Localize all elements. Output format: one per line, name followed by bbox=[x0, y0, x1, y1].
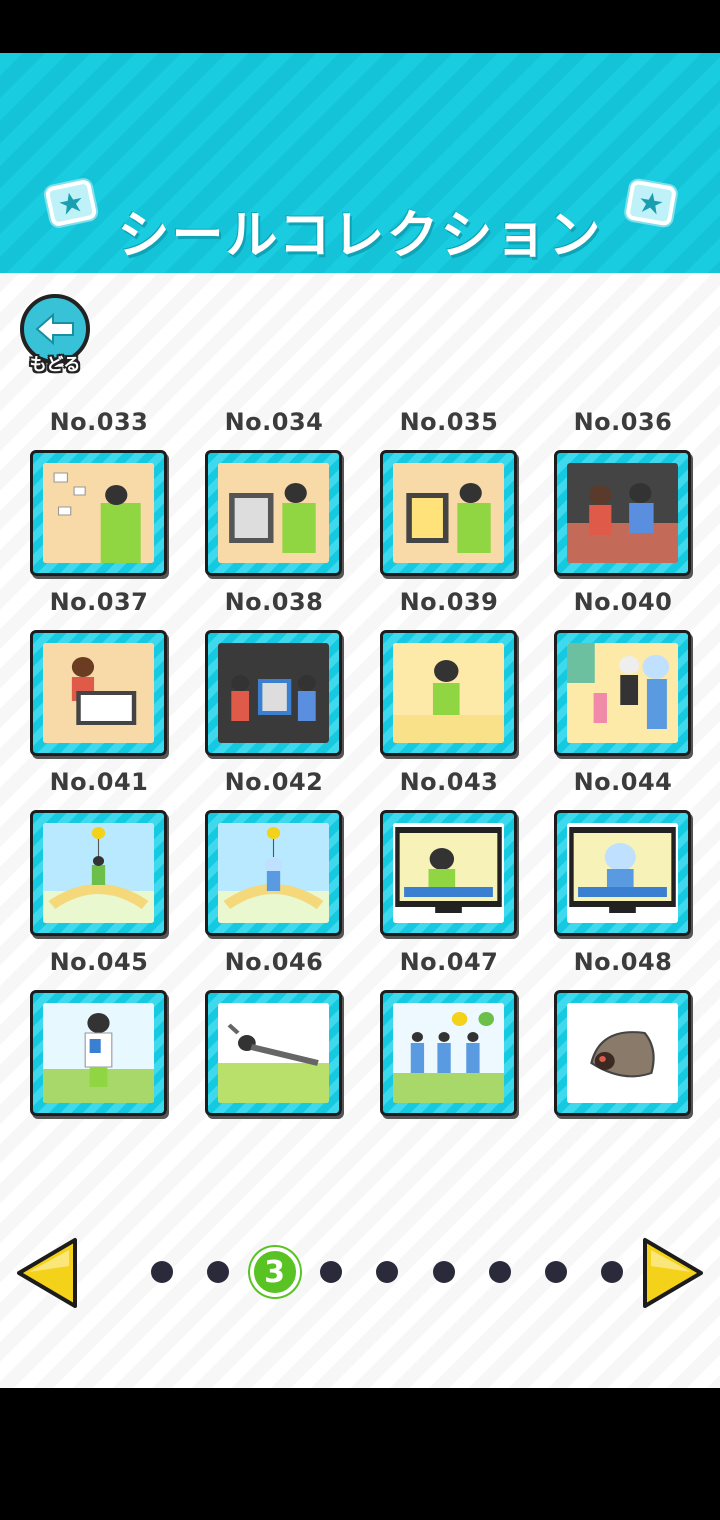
sticker-number-label: No.044 bbox=[573, 768, 673, 796]
sticker-image bbox=[393, 643, 504, 743]
sticker-card[interactable] bbox=[205, 630, 342, 756]
sticker-card[interactable] bbox=[380, 810, 517, 936]
sticker-star-icon bbox=[624, 179, 678, 227]
sticker-number-label: No.045 bbox=[49, 948, 149, 976]
sticker-card[interactable] bbox=[554, 450, 691, 576]
sticker-card[interactable] bbox=[30, 990, 167, 1116]
sticker-number-label: No.034 bbox=[224, 408, 324, 436]
sticker-card[interactable] bbox=[380, 630, 517, 756]
sticker-card[interactable] bbox=[554, 810, 691, 936]
sticker-card[interactable] bbox=[30, 810, 167, 936]
sticker-card[interactable] bbox=[205, 810, 342, 936]
sticker-image bbox=[218, 643, 329, 743]
sticker-number-label: No.042 bbox=[224, 768, 324, 796]
sticker-number-label: No.033 bbox=[49, 408, 149, 436]
sticker-number-label: No.040 bbox=[573, 588, 673, 616]
sticker-number-label: No.046 bbox=[224, 948, 324, 976]
sticker-image bbox=[567, 823, 678, 923]
back-label: もどる bbox=[29, 355, 81, 375]
sticker-card[interactable] bbox=[554, 990, 691, 1116]
sticker-image bbox=[218, 823, 329, 923]
sticker-card[interactable] bbox=[380, 990, 517, 1116]
sticker-image bbox=[393, 823, 504, 923]
page-dot[interactable] bbox=[151, 1261, 173, 1283]
left-triangle-icon bbox=[17, 1238, 77, 1308]
sticker-number-label: No.047 bbox=[399, 948, 499, 976]
status-bar bbox=[0, 0, 720, 53]
sticker-number-label: No.039 bbox=[399, 588, 499, 616]
sticker-card[interactable] bbox=[30, 450, 167, 576]
system-nav-bar bbox=[0, 1388, 720, 1520]
page-dot[interactable] bbox=[545, 1261, 568, 1283]
sticker-card[interactable] bbox=[205, 450, 342, 576]
sticker-number-label: No.036 bbox=[573, 408, 673, 436]
page-dot[interactable] bbox=[319, 1261, 342, 1283]
page-dot[interactable] bbox=[488, 1261, 511, 1283]
sticker-image bbox=[393, 463, 504, 563]
sticker-image bbox=[567, 463, 678, 563]
page-dot[interactable] bbox=[432, 1261, 455, 1283]
sticker-image bbox=[393, 1003, 504, 1103]
prev-page-button[interactable] bbox=[13, 1236, 81, 1310]
current-page-indicator: 3 bbox=[249, 1247, 300, 1297]
sticker-number-label: No.037 bbox=[49, 588, 149, 616]
sticker-image bbox=[218, 1003, 329, 1103]
back-button[interactable]: もどる bbox=[18, 292, 92, 382]
sticker-number-label: No.035 bbox=[399, 408, 499, 436]
sticker-image bbox=[218, 463, 329, 563]
sticker-number-label: No.043 bbox=[399, 768, 499, 796]
sticker-card[interactable] bbox=[554, 630, 691, 756]
sticker-image bbox=[43, 1003, 154, 1103]
header-banner: シールコレクション bbox=[0, 53, 720, 273]
sticker-card[interactable] bbox=[205, 990, 342, 1116]
sticker-image bbox=[43, 463, 154, 563]
right-triangle-icon bbox=[643, 1238, 703, 1308]
sticker-card[interactable] bbox=[380, 450, 517, 576]
sticker-number-label: No.048 bbox=[573, 948, 673, 976]
sticker-number-label: No.041 bbox=[49, 768, 149, 796]
page-title: シールコレクション bbox=[117, 206, 603, 266]
sticker-image bbox=[43, 643, 154, 743]
sticker-image bbox=[567, 1003, 678, 1103]
sticker-image bbox=[43, 823, 154, 923]
sticker-number-label: No.038 bbox=[224, 588, 324, 616]
sticker-image bbox=[567, 643, 678, 743]
next-page-button[interactable] bbox=[639, 1236, 707, 1310]
sticker-card[interactable] bbox=[30, 630, 167, 756]
